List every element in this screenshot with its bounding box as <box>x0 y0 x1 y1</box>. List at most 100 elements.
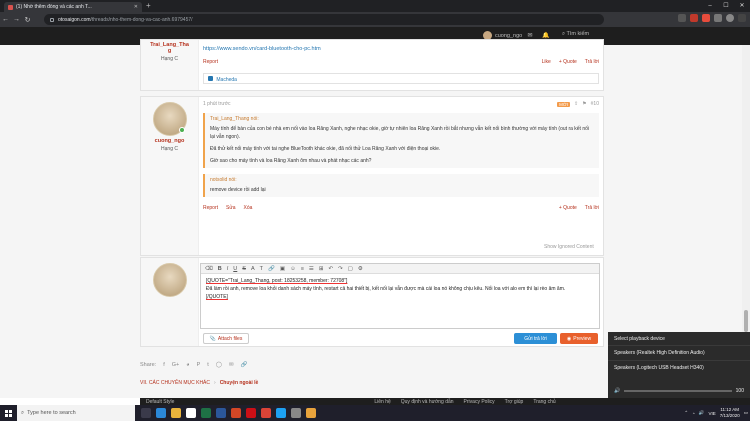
tumblr-icon[interactable]: t <box>207 362 209 368</box>
report-link[interactable]: Report <box>203 59 218 65</box>
address-bar[interactable]: otosaigon.com /threads/nho-them-dong-va-… <box>44 14 604 25</box>
pinterest-icon[interactable]: P <box>197 362 201 368</box>
powerpoint-icon[interactable] <box>231 408 241 418</box>
font-size-icon[interactable]: T <box>260 266 263 272</box>
header-search[interactable]: ⌕ Tìm kiếm <box>562 31 589 38</box>
playback-device-item[interactable]: Speakers (Realtek High Definition Audio) <box>608 345 750 360</box>
google-plus-icon[interactable]: G+ <box>172 362 180 368</box>
default-style-link[interactable]: Default Style <box>146 399 174 405</box>
notifications-icon[interactable]: ▭ <box>744 410 748 416</box>
network-icon[interactable]: ◔ <box>692 411 695 416</box>
maximize-icon[interactable]: ☐ <box>718 0 734 12</box>
scrollbar-thumb[interactable] <box>744 310 748 332</box>
facebook-icon[interactable]: f <box>163 362 165 368</box>
reply-button[interactable]: Trả lời <box>585 59 599 65</box>
preview-button[interactable]: ◉ Preview <box>560 333 598 344</box>
image-icon[interactable]: ▣ <box>280 266 285 272</box>
minimize-icon[interactable]: – <box>702 0 718 12</box>
italic-icon[interactable]: I <box>227 266 229 272</box>
whatsapp-icon[interactable]: ◯ <box>216 362 222 368</box>
bold-icon[interactable]: B <box>218 266 222 272</box>
eraser-icon[interactable]: ⌫ <box>205 266 213 272</box>
list-icon[interactable]: ☰ <box>309 266 314 272</box>
post-number[interactable]: #10 <box>591 101 599 107</box>
editor-textarea[interactable]: [QUOTE="Trai_Lang_Thang, post: 18253258,… <box>201 274 599 304</box>
report-link[interactable]: Report <box>203 205 218 211</box>
post-username[interactable]: cuong_ngo <box>141 138 198 144</box>
taskbar-search[interactable]: ⌕ Type here to search <box>17 405 135 421</box>
redo-icon[interactable]: ↷ <box>338 266 343 272</box>
excel-icon[interactable] <box>201 408 211 418</box>
volume-icon[interactable]: 🔊 <box>699 410 705 416</box>
reaction-user[interactable]: Macheda <box>216 77 237 83</box>
post-time[interactable]: 1 phút trước <box>203 101 230 107</box>
breadcrumb-item[interactable]: VII. CÁC CHUYÊN MỤC KHÁC <box>140 380 210 386</box>
settings-icon[interactable]: ⚙ <box>358 266 363 272</box>
link-icon[interactable]: 🔗 <box>241 362 248 368</box>
footer-link[interactable]: Trợ giúp <box>505 399 524 405</box>
star-icon[interactable] <box>678 14 686 22</box>
back-icon[interactable]: ← <box>0 16 11 23</box>
reddit-icon[interactable]: ◕ <box>186 362 189 368</box>
edit-link[interactable]: Sửa <box>226 205 235 211</box>
reload-icon[interactable]: ↻ <box>22 16 33 24</box>
store-icon[interactable] <box>186 408 196 418</box>
footer-link[interactable]: Privacy Policy <box>464 399 495 405</box>
table-icon[interactable]: ⊞ <box>319 266 324 272</box>
forward-icon[interactable]: → <box>11 16 22 23</box>
quote-button[interactable]: + Quote <box>559 205 577 211</box>
speaker-icon[interactable]: 🔊 <box>614 388 620 394</box>
post-link[interactable]: https://www.sendo.vn/card-bluetooth-cho-… <box>203 46 599 52</box>
chrome-icon[interactable] <box>261 408 271 418</box>
show-ignored-link[interactable]: Show Ignored Content <box>544 244 594 250</box>
window-close-icon[interactable]: ✕ <box>734 0 750 12</box>
profile-icon[interactable] <box>726 14 734 22</box>
footer-link[interactable]: Trang chủ <box>533 399 555 405</box>
emoji-icon[interactable]: ☺ <box>290 266 296 272</box>
app-icon[interactable] <box>276 408 286 418</box>
task-view-icon[interactable] <box>141 408 151 418</box>
reply-button[interactable]: Trả lời <box>585 205 599 211</box>
link-icon[interactable]: 🔗 <box>268 266 275 272</box>
bookmark-icon[interactable]: ⚑ <box>582 101 586 107</box>
strikethrough-icon[interactable]: S <box>242 266 246 272</box>
submit-reply-button[interactable]: Gửi trả lời <box>514 333 557 344</box>
clock[interactable]: 11:12 AM 7/13/2020 <box>720 407 740 419</box>
attach-files-button[interactable]: 📎 Attach files <box>203 333 249 344</box>
browser-tab[interactable]: (1) Nhờ thêm đồng và các anh T... ✕ <box>4 2 142 12</box>
word-icon[interactable] <box>216 408 226 418</box>
app-icon[interactable] <box>306 408 316 418</box>
text-color-icon[interactable]: A <box>251 266 255 272</box>
avatar[interactable] <box>152 102 187 136</box>
new-tab-icon[interactable]: + <box>146 1 151 10</box>
edge-icon[interactable] <box>156 408 166 418</box>
file-explorer-icon[interactable] <box>171 408 181 418</box>
like-button[interactable]: Like <box>542 59 551 65</box>
tray-arrow-icon[interactable]: ⌃ <box>684 410 688 416</box>
opera-icon[interactable] <box>246 408 256 418</box>
quote-author[interactable]: notsolid nói: <box>210 177 594 183</box>
tab-close-icon[interactable]: ✕ <box>134 4 138 10</box>
playback-device-item[interactable]: Speakers (Logitech USB Headset H340) <box>608 360 750 375</box>
app-icon[interactable] <box>291 408 301 418</box>
delete-link[interactable]: Xóa <box>243 205 252 211</box>
language-indicator[interactable]: VIE <box>708 411 715 416</box>
extension-icon[interactable] <box>690 14 698 22</box>
share-icon[interactable]: ⇪ <box>574 101 578 107</box>
quote-button[interactable]: + Quote <box>559 59 577 65</box>
bbcode-icon[interactable]: ▢ <box>348 266 353 272</box>
breadcrumb-item[interactable]: Chuyện ngoài lề <box>220 380 259 386</box>
menu-icon[interactable] <box>738 14 746 22</box>
undo-icon[interactable]: ↶ <box>328 266 333 272</box>
extension-icon[interactable] <box>714 14 722 22</box>
email-icon[interactable]: ✉ <box>229 362 234 368</box>
footer-link[interactable]: Quy định và hướng dẫn <box>401 399 454 405</box>
post-username[interactable]: Trai_Lang_Tha g <box>141 42 198 54</box>
volume-slider[interactable] <box>624 390 732 392</box>
underline-icon[interactable]: U <box>233 266 237 272</box>
quote-author[interactable]: Trai_Lang_Thang nói: <box>210 116 594 122</box>
start-button[interactable] <box>0 405 17 421</box>
footer-link[interactable]: Liên hệ <box>374 399 390 405</box>
align-icon[interactable]: ≡ <box>301 266 304 272</box>
extension-icon[interactable] <box>702 14 710 22</box>
